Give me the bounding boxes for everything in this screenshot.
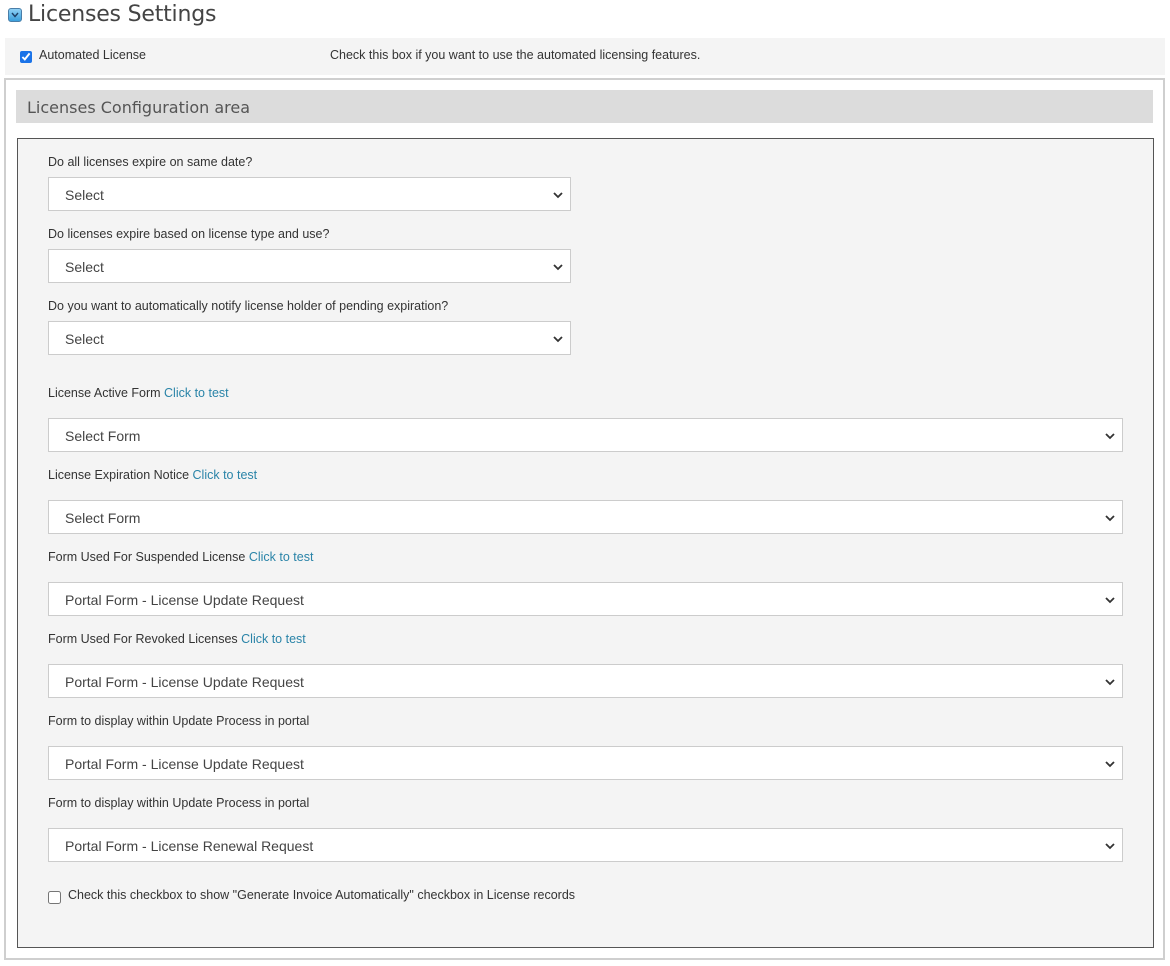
select-value: Select <box>65 331 104 347</box>
license-active-form-select[interactable]: Select Form <box>48 418 1123 452</box>
select-value: Portal Form - License Update Request <box>65 756 304 772</box>
suspended-license-label: Form Used For Suspended License Click to… <box>48 550 313 564</box>
same-date-select[interactable]: Select <box>48 177 571 211</box>
select-value: Select Form <box>65 510 141 526</box>
select-value: Portal Form - License Renewal Request <box>65 838 314 854</box>
field-label: License Expiration Notice <box>48 468 190 482</box>
automated-license-row: Automated License Check this box if you … <box>5 38 1165 75</box>
click-to-test-link[interactable]: Click to test <box>164 386 229 400</box>
generate-invoice-label: Check this checkbox to show "Generate In… <box>68 888 576 902</box>
update-process-form-label: Form to display within Update Process in… <box>48 714 310 728</box>
config-form-box: Do all licenses expire on same date? Sel… <box>17 138 1154 948</box>
question-label-same-date: Do all licenses expire on same date? <box>48 155 253 169</box>
collapse-toggle-icon[interactable] <box>8 8 22 22</box>
expiration-notice-select[interactable]: Select Form <box>48 500 1123 534</box>
generate-invoice-checkbox[interactable] <box>48 891 61 904</box>
chevron-down-icon <box>1105 679 1115 686</box>
revoked-licenses-select[interactable]: Portal Form - License Update Request <box>48 664 1123 698</box>
click-to-test-link[interactable]: Click to test <box>241 632 306 646</box>
select-value: Portal Form - License Update Request <box>65 674 304 690</box>
field-label: Form Used For Suspended License <box>48 550 246 564</box>
chevron-down-icon <box>1105 515 1115 522</box>
automated-license-label: Automated License <box>39 48 147 62</box>
revoked-licenses-label: Form Used For Revoked Licenses Click to … <box>48 632 306 646</box>
click-to-test-link[interactable]: Click to test <box>193 468 258 482</box>
click-to-test-link[interactable]: Click to test <box>249 550 314 564</box>
notify-holder-select[interactable]: Select <box>48 321 571 355</box>
select-value: Select Form <box>65 428 141 444</box>
question-label-license-type: Do licenses expire based on license type… <box>48 227 330 241</box>
config-area-header: Licenses Configuration area <box>16 90 1153 123</box>
expiration-notice-label: License Expiration Notice Click to test <box>48 468 257 482</box>
update-process-form-select[interactable]: Portal Form - License Update Request <box>48 746 1123 780</box>
suspended-license-select[interactable]: Portal Form - License Update Request <box>48 582 1123 616</box>
select-value: Select <box>65 187 104 203</box>
chevron-down-icon <box>1105 843 1115 850</box>
automated-license-checkbox[interactable] <box>20 51 32 63</box>
renewal-process-form-select[interactable]: Portal Form - License Renewal Request <box>48 828 1123 862</box>
question-label-notify: Do you want to automatically notify lice… <box>48 299 449 313</box>
config-area-title: Licenses Configuration area <box>27 98 251 117</box>
field-label: License Active Form <box>48 386 161 400</box>
select-value: Portal Form - License Update Request <box>65 592 304 608</box>
license-type-select[interactable]: Select <box>48 249 571 283</box>
license-active-form-label: License Active Form Click to test <box>48 386 229 400</box>
chevron-down-icon <box>553 264 563 271</box>
chevron-down-icon <box>1105 761 1115 768</box>
chevron-down-icon <box>1105 597 1115 604</box>
page-title: Licenses Settings <box>28 1 217 27</box>
select-value: Select <box>65 259 104 275</box>
field-label: Form Used For Revoked Licenses <box>48 632 238 646</box>
licenses-settings-panel: Licenses Configuration area Do all licen… <box>4 78 1165 960</box>
chevron-down-icon <box>553 192 563 199</box>
chevron-down-icon <box>1105 433 1115 440</box>
chevron-down-icon <box>553 336 563 343</box>
renewal-process-form-label: Form to display within Update Process in… <box>48 796 310 810</box>
page-header: Licenses Settings <box>8 0 216 28</box>
automated-license-description: Check this box if you want to use the au… <box>330 48 701 62</box>
